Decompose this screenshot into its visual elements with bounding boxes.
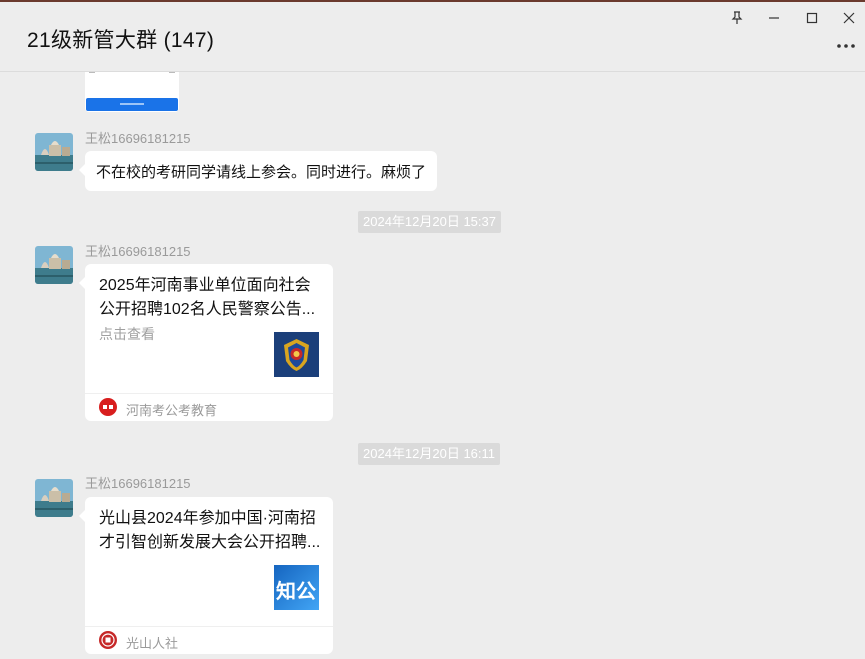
article-thumbnail: 知公 [274, 565, 319, 610]
timestamp: 2024年12月20日 16:11 [358, 443, 501, 465]
avatar[interactable] [35, 479, 73, 517]
timestamp: 2024年12月20日 15:37 [358, 211, 501, 233]
chat-message-area[interactable]: 王松16696181215 不在校的考研同学请线上参会。同时进行。麻烦了 202… [0, 72, 865, 659]
thumbnail-text: 知公 [276, 581, 316, 603]
message-text: 不在校的考研同学请线上参会。同时进行。麻烦了 [96, 164, 427, 181]
source-name: 光山人社 [126, 636, 179, 651]
article-card[interactable]: 光山县2024年参加中国·河南招才引智创新发展大会公开招聘... 知公 光山人社 [79, 497, 333, 655]
maximize-icon [806, 12, 818, 24]
previous-image-message[interactable] [85, 72, 179, 112]
card-subtitle: 点击查看 [99, 326, 155, 342]
minimize-icon [769, 17, 779, 19]
close-button[interactable] [834, 6, 864, 30]
avatar[interactable] [35, 133, 73, 171]
chat-title: 21级新管大群 (147) [27, 29, 215, 52]
title-bar: 21级新管大群 (147) [0, 2, 865, 72]
close-icon [843, 12, 855, 24]
sender-name: 王松16696181215 [85, 131, 191, 146]
card-title: 光山县2024年参加中国·河南招才引智创新发展大会公开招聘... [99, 510, 321, 551]
article-card[interactable]: 2025年河南事业单位面向社会公开招聘102名人民警察公告... 点击查看 河南… [79, 264, 333, 422]
police-emblem-icon [274, 332, 319, 377]
sender-name: 王松16696181215 [85, 476, 191, 491]
pin-icon [731, 11, 743, 24]
pin-button[interactable] [722, 6, 752, 30]
image-blue-button [86, 98, 178, 111]
card-source: 河南考公考教育 [85, 393, 333, 422]
more-button[interactable] [835, 36, 857, 56]
sender-name: 王松16696181215 [85, 244, 191, 259]
card-title: 2025年河南事业单位面向社会公开招聘102名人民警察公告... [99, 277, 316, 318]
source-logo-icon [99, 398, 117, 416]
minimize-button[interactable] [759, 6, 789, 30]
source-seal-icon [99, 631, 117, 649]
avatar[interactable] [35, 246, 73, 284]
source-name: 河南考公考教育 [126, 403, 218, 418]
card-source: 光山人社 [85, 626, 333, 655]
text-message-bubble[interactable]: 不在校的考研同学请线上参会。同时进行。麻烦了 [78, 151, 438, 191]
maximize-button[interactable] [797, 6, 827, 30]
more-icon [837, 44, 855, 48]
